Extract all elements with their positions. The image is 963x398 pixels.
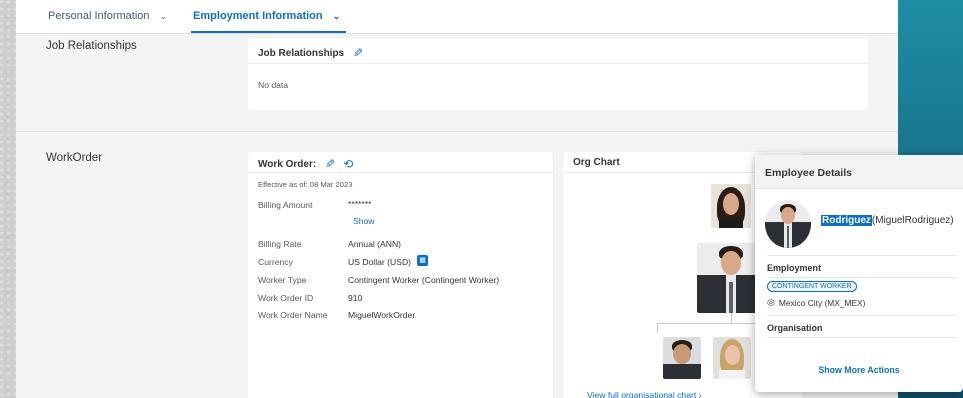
employee-name[interactable]: Rodriguez(MiguelRodriguez) bbox=[821, 215, 954, 226]
name-highlight: Rodriguez bbox=[821, 215, 872, 226]
clothing bbox=[719, 219, 743, 228]
popover-header: Employee Details bbox=[755, 155, 963, 189]
location-pin-icon: ◎ bbox=[767, 297, 775, 307]
org-connector bbox=[657, 323, 658, 333]
history-icon[interactable]: ⟲ bbox=[343, 157, 353, 171]
employment-label: Employment bbox=[767, 263, 822, 273]
direct-report-avatar[interactable] bbox=[713, 337, 751, 379]
currency-value: US Dollar (USD) bbox=[348, 257, 412, 267]
work-order-id-value: 910 bbox=[348, 293, 363, 303]
location-row: ◎ Mexico City (MX_MEX) bbox=[767, 297, 865, 308]
employee-avatar bbox=[765, 200, 811, 248]
card-divider bbox=[248, 172, 553, 173]
card-divider bbox=[248, 63, 868, 64]
work-order-name-label: Work Order Name bbox=[258, 310, 328, 320]
billing-rate-value: Annual (ANN) bbox=[348, 239, 402, 249]
organisation-label: Organisation bbox=[767, 323, 823, 333]
work-order-id-label: Work Order ID bbox=[258, 293, 314, 303]
currency-icon[interactable]: ▦ bbox=[417, 255, 428, 266]
card-title: Job Relationships ✎ bbox=[258, 46, 363, 60]
divider bbox=[767, 315, 957, 316]
card-title-text: Work Order: bbox=[258, 158, 317, 170]
tab-label: Personal Information bbox=[48, 10, 150, 22]
suit bbox=[663, 364, 701, 379]
card-title: Work Order: ✎ ⟲ bbox=[258, 157, 353, 171]
location-text: Mexico City (MX_MEX) bbox=[778, 297, 866, 308]
org-connector bbox=[731, 313, 732, 323]
empty-state-text: No data bbox=[258, 80, 289, 90]
tab-bar: Personal Information ⌄ Employment Inform… bbox=[16, 0, 898, 34]
manager-avatar[interactable] bbox=[711, 184, 751, 228]
link-text: View full organisational chart bbox=[587, 390, 697, 398]
clothing bbox=[719, 370, 745, 379]
show-more-actions-button[interactable]: Show More Actions bbox=[755, 365, 963, 375]
divider bbox=[767, 255, 957, 256]
card-title-text: Job Relationships bbox=[258, 47, 345, 59]
card-title: Org Chart bbox=[573, 157, 620, 168]
worker-type-label: Worker Type bbox=[258, 275, 307, 285]
section-divider bbox=[16, 131, 898, 132]
chevron-right-icon: › bbox=[698, 390, 702, 398]
divider bbox=[767, 337, 957, 338]
employee-details-popover: Employee Details Rodriguez(MiguelRodrigu… bbox=[755, 155, 963, 392]
name-username: (MiguelRodriguez) bbox=[871, 215, 954, 226]
pencil-icon[interactable]: ✎ bbox=[353, 46, 363, 60]
tab-label: Employment Information bbox=[193, 10, 323, 22]
face bbox=[723, 193, 739, 215]
chevron-down-icon: ⌄ bbox=[332, 10, 341, 21]
billing-amount-label: Billing Amount bbox=[258, 200, 313, 210]
face bbox=[725, 345, 740, 365]
pencil-icon[interactable]: ✎ bbox=[325, 157, 335, 171]
job-relationships-card: Job Relationships ✎ No data bbox=[248, 38, 868, 110]
view-full-org-chart-link[interactable]: View full organisational chart › bbox=[587, 390, 702, 398]
tie bbox=[728, 281, 734, 313]
work-order-name-value: MiguelWorkOrder bbox=[348, 310, 416, 320]
face bbox=[721, 251, 741, 275]
section-label-workorder: WorkOrder bbox=[46, 152, 103, 164]
currency-label: Currency bbox=[258, 257, 293, 267]
face bbox=[781, 207, 795, 224]
work-order-card: Work Order: ✎ ⟲ Effective as of: 08 Mar … bbox=[248, 152, 553, 398]
chevron-down-icon: ⌄ bbox=[159, 10, 168, 21]
tab-employment-information[interactable]: Employment Information ⌄ bbox=[191, 0, 347, 33]
divider bbox=[767, 277, 957, 278]
billing-rate-label: Billing Rate bbox=[258, 239, 302, 249]
effective-date: Effective as of: 08 Mar 2023 bbox=[258, 180, 353, 189]
worker-type-value: Contingent Worker (Contingent Worker) bbox=[348, 275, 500, 285]
tie bbox=[786, 226, 790, 248]
employment-type-badge: CONTINGENT WORKER bbox=[767, 281, 857, 292]
direct-report-avatar[interactable] bbox=[663, 337, 701, 379]
face bbox=[673, 344, 691, 364]
billing-amount-value: ******* bbox=[348, 199, 372, 209]
show-billing-amount-link[interactable]: Show bbox=[353, 216, 375, 226]
section-label-job-relationships: Job Relationships bbox=[46, 40, 137, 52]
tab-personal-information[interactable]: Personal Information ⌄ bbox=[46, 0, 169, 33]
